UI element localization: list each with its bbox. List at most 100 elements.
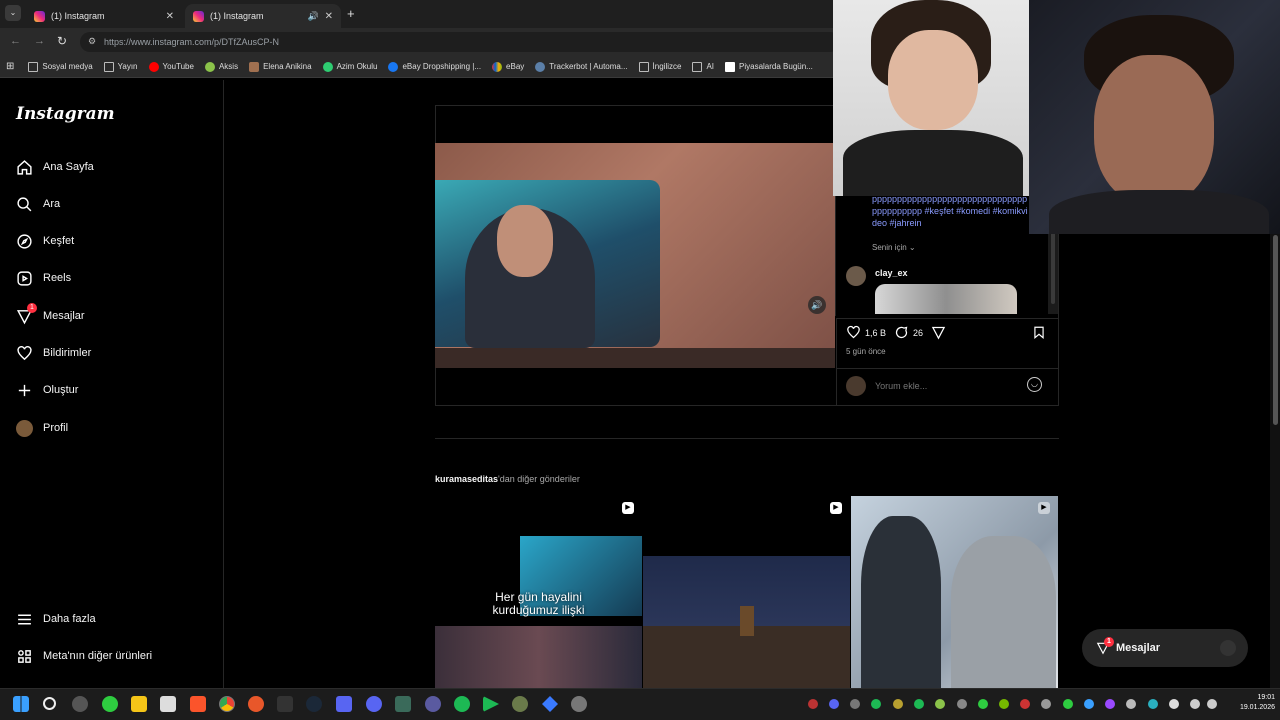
bookmark-yayin[interactable]: Yayın bbox=[103, 61, 138, 72]
more-posts-heading: kuramaseditas'dan diğer gönderiler bbox=[435, 474, 580, 484]
volume-icon[interactable] bbox=[1207, 699, 1217, 709]
forward-icon[interactable]: → bbox=[34, 35, 45, 47]
nav-home[interactable]: Ana Sayfa bbox=[16, 154, 94, 180]
tray-icon-4[interactable] bbox=[871, 699, 881, 709]
bookmark-sosyal-medya[interactable]: Sosyal medya bbox=[28, 61, 93, 72]
nav-explore[interactable]: Keşfet bbox=[16, 228, 74, 254]
avatar[interactable] bbox=[846, 266, 866, 286]
brave-icon[interactable] bbox=[190, 696, 206, 712]
more-posts-user[interactable]: kuramaseditas bbox=[435, 474, 498, 484]
comment-sort-dropdown[interactable]: Senin için ⌄ bbox=[872, 243, 916, 252]
more-post-thumbnail-3[interactable]: ▶ bbox=[851, 496, 1058, 688]
share-button[interactable] bbox=[931, 325, 946, 340]
bookmark-elena-anikina[interactable]: Elena Anikina bbox=[249, 61, 312, 72]
nav-meta-products[interactable]: Meta'nın diğer ürünleri bbox=[16, 643, 152, 669]
tray-icon-13[interactable] bbox=[1063, 699, 1073, 709]
address-bar[interactable]: ⚙ https://www.instagram.com/p/DTfZAusCP-… bbox=[80, 32, 840, 52]
messages-floating-button[interactable]: 1 Mesajlar bbox=[1082, 629, 1248, 667]
bookmark-ingilizce[interactable]: İngilizce bbox=[638, 61, 681, 72]
like-button[interactable]: 1,6 B bbox=[846, 325, 886, 340]
comment-image[interactable] bbox=[875, 284, 1017, 314]
tray-icon-3[interactable] bbox=[850, 699, 860, 709]
store-icon[interactable] bbox=[160, 696, 176, 712]
xbox-icon[interactable] bbox=[102, 696, 118, 712]
tray-icon-12[interactable] bbox=[1041, 699, 1051, 709]
save-button[interactable] bbox=[1032, 325, 1046, 340]
more-post-thumbnail-1[interactable]: Her gün hayalini kurduğumuz ilişki ▶ bbox=[435, 496, 642, 688]
chrome-icon[interactable] bbox=[219, 696, 235, 712]
comment-input[interactable] bbox=[875, 379, 1015, 393]
steam-icon[interactable] bbox=[306, 696, 322, 712]
volume-icon[interactable]: 🔊 bbox=[808, 296, 826, 314]
bookmark-piyasalarda[interactable]: Piyasalarda Bugün... bbox=[725, 61, 813, 72]
nav-reels[interactable]: Reels bbox=[16, 265, 71, 291]
nav-more[interactable]: Daha fazla bbox=[16, 606, 96, 632]
discord-icon[interactable] bbox=[366, 696, 382, 712]
tray-icon-7[interactable] bbox=[935, 699, 945, 709]
tray-icon-9[interactable] bbox=[978, 699, 988, 709]
comment-button[interactable]: 26 bbox=[894, 325, 923, 340]
microphone-icon[interactable] bbox=[1190, 699, 1200, 709]
app-icon-7[interactable] bbox=[512, 696, 528, 712]
tray-icon-5[interactable] bbox=[893, 699, 903, 709]
tray-icon-6[interactable] bbox=[914, 699, 924, 709]
network-icon[interactable] bbox=[1169, 699, 1179, 709]
site-info-icon[interactable]: ⚙ bbox=[88, 36, 96, 47]
bookmark-ebay-dropshipping[interactable]: eBay Dropshipping |... bbox=[388, 61, 481, 72]
app-icon-4[interactable] bbox=[395, 696, 411, 712]
nav-create[interactable]: Oluştur bbox=[16, 377, 78, 403]
folder-icon bbox=[638, 61, 649, 72]
post-video[interactable] bbox=[435, 143, 835, 368]
close-icon[interactable]: ✕ bbox=[166, 11, 174, 22]
app-icon-2[interactable] bbox=[248, 696, 264, 712]
nav-messages[interactable]: 1 Mesajlar bbox=[16, 303, 85, 329]
scrollbar-thumb[interactable] bbox=[1273, 235, 1278, 425]
apps-icon bbox=[18, 649, 31, 663]
tray-icon-17[interactable] bbox=[1148, 699, 1158, 709]
new-tab-button[interactable]: + bbox=[347, 6, 355, 21]
bookmark-youtube[interactable]: YouTube bbox=[148, 61, 194, 72]
tray-icon-11[interactable] bbox=[1020, 699, 1030, 709]
search-icon[interactable] bbox=[43, 697, 56, 710]
tray-icon-16[interactable] bbox=[1126, 699, 1136, 709]
emoji-icon[interactable]: ◡ bbox=[1027, 377, 1042, 392]
tray-icon-1[interactable] bbox=[808, 699, 818, 709]
tab-search-button[interactable]: ⌄ bbox=[5, 5, 21, 21]
reload-icon[interactable]: ↻ bbox=[57, 34, 67, 48]
app-icon-3[interactable] bbox=[336, 696, 352, 712]
app-icon-1[interactable] bbox=[72, 696, 88, 712]
comment-count: 26 bbox=[913, 327, 924, 338]
windows-start-icon[interactable] bbox=[13, 696, 29, 712]
bookmark-azim-okulu[interactable]: Azim Okulu bbox=[322, 61, 377, 72]
tray-icon-14[interactable] bbox=[1084, 699, 1094, 709]
more-post-thumbnail-2[interactable]: ▶ bbox=[643, 496, 850, 688]
close-icon[interactable]: ✕ bbox=[325, 11, 333, 22]
instagram-logo[interactable]: Instagram bbox=[16, 104, 115, 124]
epic-games-icon[interactable] bbox=[277, 696, 293, 712]
back-icon[interactable]: ← bbox=[10, 35, 21, 47]
bookmark-ebay[interactable]: eBay bbox=[492, 61, 524, 72]
bookmark-ai[interactable]: AI bbox=[692, 61, 714, 72]
tray-icon-2[interactable] bbox=[829, 699, 839, 709]
home-icon bbox=[17, 159, 32, 175]
tray-icon-10[interactable] bbox=[999, 699, 1009, 709]
tray-icon-8[interactable] bbox=[957, 699, 967, 709]
tab-instagram-1[interactable]: (1) Instagram ✕ bbox=[26, 4, 182, 28]
nav-profile[interactable]: Profil bbox=[16, 415, 68, 441]
taskbar-clock[interactable]: 19:01 19.01.2026 bbox=[1225, 693, 1275, 713]
bookmark-trackerbot[interactable]: Trackerbot | Automa... bbox=[535, 61, 628, 72]
app-icon-5[interactable] bbox=[425, 696, 441, 712]
file-explorer-icon[interactable] bbox=[131, 696, 147, 712]
bookmark-aksis[interactable]: Aksis bbox=[204, 61, 238, 72]
tray-icon-15[interactable] bbox=[1105, 699, 1115, 709]
nav-search[interactable]: Ara bbox=[16, 191, 60, 217]
comment-username[interactable]: clay_ex bbox=[875, 268, 908, 278]
nav-notifications[interactable]: Bildirimler bbox=[16, 340, 91, 366]
app-icon-9[interactable] bbox=[571, 696, 587, 712]
bookmark-icon bbox=[1034, 326, 1044, 340]
spotify-icon[interactable] bbox=[454, 696, 470, 712]
speaker-icon[interactable]: 🔊 bbox=[308, 11, 319, 22]
apps-icon[interactable]: ⊞ bbox=[6, 61, 14, 72]
tab-instagram-2[interactable]: (1) Instagram 🔊 ✕ bbox=[185, 4, 341, 28]
instagram-favicon-icon bbox=[193, 10, 204, 22]
